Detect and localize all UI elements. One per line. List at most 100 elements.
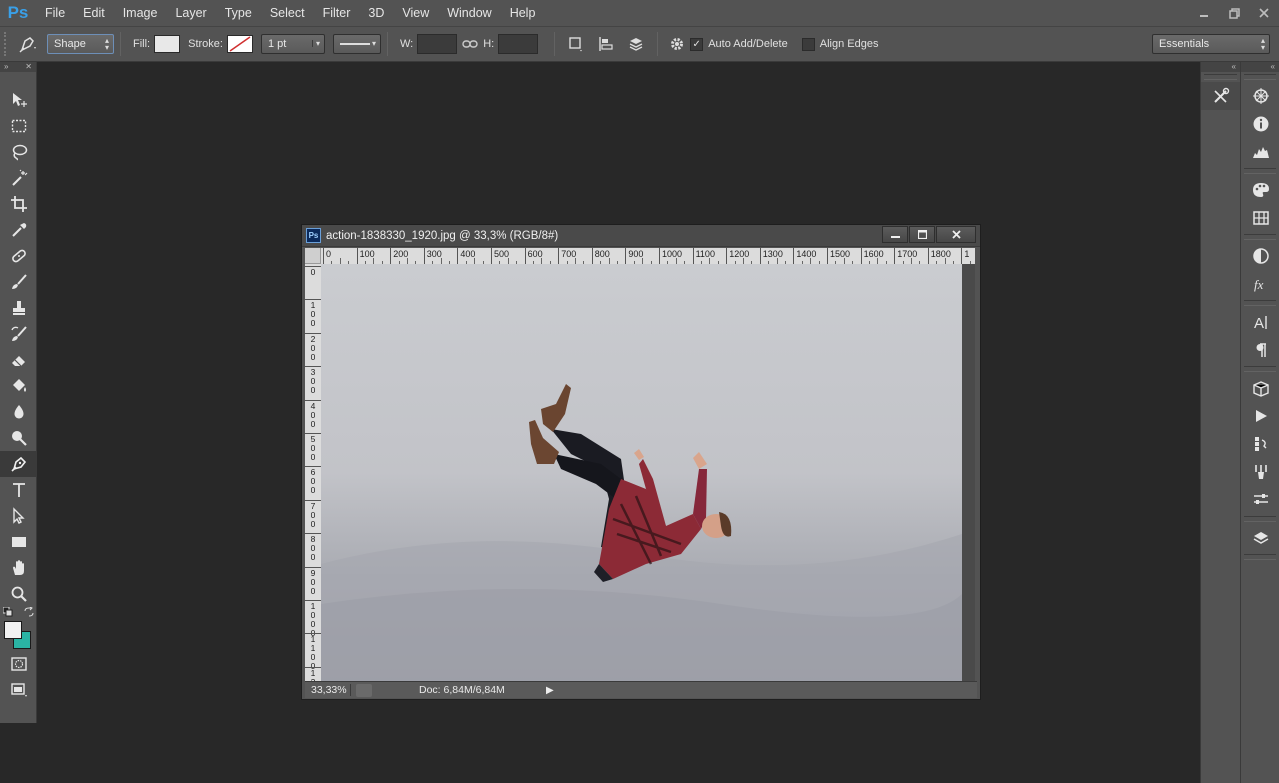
link-dimensions-button[interactable] [457, 33, 483, 55]
brush-tool[interactable] [0, 269, 37, 295]
vertical-scrollbar[interactable] [962, 264, 975, 681]
3d-panel-button[interactable] [1241, 374, 1279, 402]
move-icon [12, 93, 27, 107]
menu-select[interactable]: Select [261, 0, 314, 26]
divider [1244, 516, 1276, 522]
properties-panel-button[interactable] [1241, 486, 1279, 514]
ruler-origin[interactable] [305, 248, 321, 264]
history-brush-icon [10, 326, 27, 341]
auto-add-delete-checkbox[interactable]: ✓ [690, 37, 704, 51]
history-panel-button[interactable] [1241, 430, 1279, 458]
menu-window[interactable]: Window [438, 0, 500, 26]
screen-mode-icon [10, 683, 27, 697]
document-close-button[interactable] [936, 226, 976, 243]
menu-filter[interactable]: Filter [314, 0, 360, 26]
align-edges-checkbox[interactable] [801, 37, 815, 51]
hand-tool[interactable] [0, 555, 37, 581]
tool-presets-panel-button[interactable] [1201, 82, 1241, 110]
adjustments-icon [1252, 248, 1269, 264]
eyedropper-tool[interactable] [0, 217, 37, 243]
document-title-bar[interactable]: Ps action-1838330_1920.jpg @ 33,3% (RGB/… [302, 225, 980, 247]
path-arrangement-button[interactable] [621, 33, 651, 55]
styles-panel-button[interactable]: fx [1241, 270, 1279, 298]
menu-file[interactable]: File [36, 0, 74, 26]
brush-presets-panel-button[interactable] [1241, 458, 1279, 486]
zoom-tool[interactable] [0, 581, 37, 607]
eraser-tool[interactable] [0, 347, 37, 373]
move-tool[interactable] [0, 87, 37, 113]
menu-view[interactable]: View [393, 0, 438, 26]
history-brush-tool[interactable] [0, 321, 37, 347]
blur-tool[interactable] [0, 399, 37, 425]
fill-swatch[interactable] [154, 35, 181, 53]
document-window[interactable]: Ps action-1838330_1920.jpg @ 33,3% (RGB/… [301, 224, 981, 700]
lasso-tool[interactable] [0, 139, 37, 165]
dock-expand-icon[interactable]: « [1241, 62, 1279, 72]
quick-selection-tool[interactable] [0, 165, 37, 191]
histogram-panel-button[interactable] [1241, 138, 1279, 166]
expand-icon[interactable]: » [4, 62, 8, 72]
menu-edit[interactable]: Edit [74, 0, 114, 26]
stamp-icon [12, 301, 25, 315]
actions-panel-button[interactable] [1241, 402, 1279, 430]
close-button[interactable] [1249, 4, 1279, 22]
crop-tool[interactable] [0, 191, 37, 217]
restore-button[interactable] [1219, 4, 1249, 22]
paint-bucket-tool[interactable] [0, 373, 37, 399]
clone-stamp-tool[interactable] [0, 295, 37, 321]
auto-add-delete-option[interactable]: ✓ Auto Add/Delete [690, 37, 788, 51]
paragraph-panel-button[interactable] [1241, 336, 1279, 364]
type-tool[interactable] [0, 477, 37, 503]
layers-panel-button[interactable] [1241, 524, 1279, 552]
screen-mode-button[interactable] [0, 677, 37, 703]
play-icon [1255, 410, 1267, 422]
stroke-swatch[interactable] [226, 35, 253, 53]
menu-type[interactable]: Type [216, 0, 261, 26]
align-edges-option[interactable]: Align Edges [801, 37, 878, 51]
status-options-button[interactable] [356, 683, 372, 697]
menu-3d[interactable]: 3D [359, 0, 393, 26]
marquee-tool[interactable] [0, 113, 37, 139]
healing-brush-tool[interactable] [0, 243, 37, 269]
height-field[interactable] [498, 34, 539, 54]
stroke-type-select[interactable]: ▾ [332, 34, 381, 54]
pen-tool[interactable] [0, 451, 37, 477]
info-panel-button[interactable] [1241, 110, 1279, 138]
vertical-ruler[interactable]: 0 100 200 300 400 500 600 700 800 900 1000110012 [305, 264, 321, 681]
minimize-button[interactable] [1189, 4, 1219, 22]
dodge-tool[interactable] [0, 425, 37, 451]
horizontal-ruler[interactable]: 0 100 200 300 400 500 600 700 800 900 1000 1100 1200… [321, 248, 975, 264]
foreground-color-swatch[interactable] [4, 621, 22, 639]
status-menu-arrow-icon[interactable]: ▶ [546, 685, 559, 696]
quick-mask-button[interactable] [0, 651, 37, 677]
layers-icon [1253, 532, 1268, 544]
adjustments-panel-button[interactable] [1241, 242, 1279, 270]
menu-image[interactable]: Image [114, 0, 167, 26]
document-maximize-button[interactable] [909, 226, 935, 243]
path-operations-button[interactable] [561, 33, 591, 55]
menu-layer[interactable]: Layer [166, 0, 215, 26]
swap-colors-icon[interactable] [24, 607, 34, 617]
geometry-options-button[interactable] [664, 33, 690, 55]
close-icon[interactable]: ✕ [25, 62, 32, 72]
swatches-panel-button[interactable] [1241, 204, 1279, 232]
path-alignment-button[interactable] [591, 33, 621, 55]
color-panel-button[interactable] [1241, 176, 1279, 204]
ruler-tick-label: 1000 [305, 600, 321, 638]
zoom-level[interactable]: 33,33% [305, 684, 351, 696]
marquee-icon [11, 119, 26, 133]
default-colors-icon[interactable] [3, 607, 13, 617]
path-selection-tool[interactable] [0, 503, 37, 529]
character-panel-button[interactable]: A [1241, 308, 1279, 336]
workspace-select[interactable]: Essentials ▴ ▾ [1152, 34, 1270, 54]
rectangle-tool[interactable] [0, 529, 37, 555]
dock-expand-icon[interactable]: « [1201, 62, 1240, 72]
tool-mode-select[interactable]: Shape ▴ ▾ [47, 34, 114, 54]
image-canvas[interactable] [321, 264, 962, 681]
width-field[interactable] [417, 34, 458, 54]
menu-help[interactable]: Help [501, 0, 545, 26]
tool-preset-picker[interactable] [10, 33, 46, 55]
stroke-width-select[interactable]: 1 pt ▾ [260, 34, 325, 54]
navigator-panel-button[interactable] [1241, 82, 1279, 110]
document-minimize-button[interactable] [882, 226, 908, 243]
